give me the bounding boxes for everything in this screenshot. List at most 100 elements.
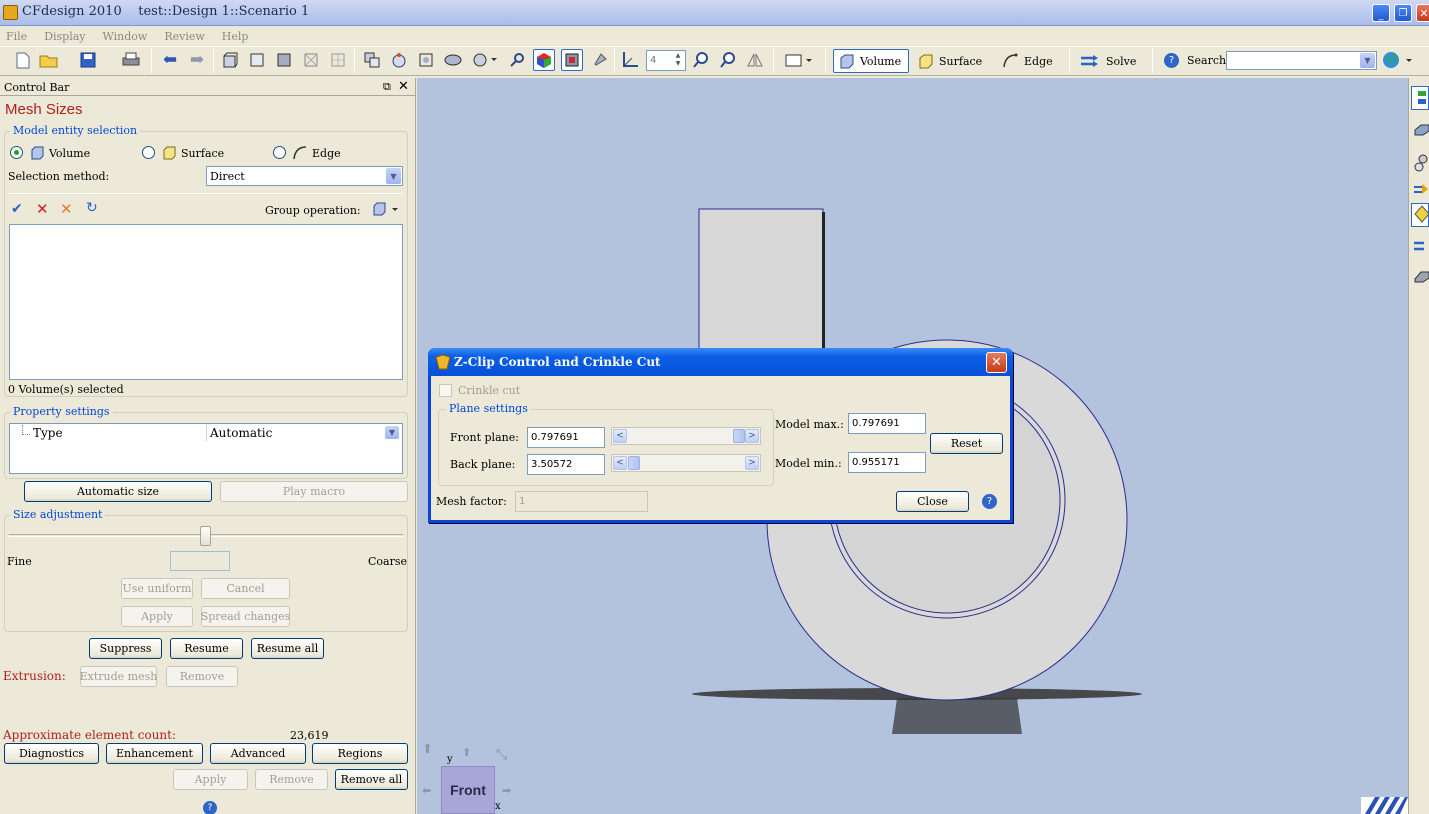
fit-icon[interactable] [415,49,437,71]
zoom-window-icon[interactable] [507,49,529,71]
minimize-button[interactable]: _ [1372,4,1390,22]
edge-radio[interactable] [273,146,286,159]
rotate-corner-icon[interactable]: ⤡ [496,747,507,763]
back-plane-scrollbar[interactable]: < > [611,454,761,472]
menu-window[interactable]: Window [103,30,148,43]
forward-arrow-icon[interactable]: ➡ [186,49,208,71]
apply-size-button[interactable]: Apply [121,606,193,627]
strip-tool-5-icon[interactable] [1411,203,1429,227]
mesh-factor-input[interactable]: 1 [515,491,648,512]
edge-mode-button[interactable]: Edge [999,49,1063,73]
float-panel-icon[interactable]: ⧉ [383,80,391,94]
model-max-input[interactable]: 0.797691 [848,413,926,434]
back-plane-thumb[interactable] [628,456,640,470]
strip-tool-3-icon[interactable] [1413,154,1429,172]
zoom-spin-field[interactable]: 4 ▲ ▼ [646,50,686,71]
chevron-down-icon[interactable]: ▼ [385,426,399,439]
multi-view-icon[interactable] [361,49,383,71]
help-question-icon[interactable]: ? [1164,53,1179,68]
print-icon[interactable] [120,49,142,71]
view-top-icon[interactable] [273,49,295,71]
zoom-in-icon[interactable] [690,49,712,71]
save-icon[interactable] [77,49,99,71]
restore-button[interactable]: ❐ [1394,4,1412,22]
select-all-icon[interactable]: ✔ [11,201,23,217]
automatic-size-button[interactable]: Automatic size [24,481,212,502]
menu-help[interactable]: Help [222,30,249,43]
cancel-size-button[interactable]: Cancel [201,578,290,599]
zoom-out-icon[interactable] [717,49,739,71]
use-uniform-button[interactable]: Use uniform [121,578,193,599]
play-macro-button[interactable]: Play macro [220,481,408,502]
remove-all-button[interactable]: Remove all [335,769,408,790]
selection-method-combo[interactable]: Direct ▼ [206,166,403,186]
deselect-icon[interactable]: ✕ [60,200,73,218]
new-file-icon[interactable] [12,49,34,71]
chevron-left-icon[interactable]: < [613,429,627,443]
strip-tool-2-icon[interactable] [1413,121,1429,137]
chevron-right-icon[interactable]: > [745,456,759,470]
strip-tool-7-icon[interactable] [1413,268,1429,284]
crinkle-cut-checkbox[interactable] [439,384,452,397]
back-arrow-icon[interactable]: ⬅ [159,49,181,71]
strip-tool-1-icon[interactable] [1411,86,1429,110]
menu-review[interactable]: Review [164,30,204,43]
shaded-cube-icon[interactable] [533,49,555,71]
open-folder-icon[interactable] [38,49,60,71]
surface-radio[interactable] [142,146,155,159]
chevron-right-icon[interactable]: > [745,429,759,443]
window-layout-icon[interactable] [782,49,816,71]
size-slider-thumb[interactable] [200,526,211,546]
model-min-input[interactable]: 0.955171 [848,452,926,473]
orbit-icon[interactable] [470,49,500,71]
apply-button[interactable]: Apply [173,769,248,790]
resume-button[interactable]: Resume [170,638,243,659]
view-hidden-icon[interactable] [327,49,349,71]
suppress-button[interactable]: Suppress [89,638,162,659]
rotate-right-icon[interactable]: ➡ [502,784,511,797]
property-value[interactable]: Automatic [210,426,272,440]
outline-cube-icon[interactable] [561,49,583,71]
group-cube-icon[interactable] [372,202,400,216]
close-panel-icon[interactable]: ✕ [398,79,409,94]
view-wire-icon[interactable] [300,49,322,71]
menu-display[interactable]: Display [44,30,85,43]
mirror-icon[interactable] [744,49,766,71]
delete-icon[interactable]: ✕ [36,200,49,218]
help-question-icon[interactable]: ? [203,801,217,814]
selection-list[interactable] [9,224,403,380]
close-window-button[interactable]: ✕ [1416,4,1429,22]
strip-tool-6-icon[interactable] [1413,238,1429,254]
refresh-icon[interactable]: ↻ [86,200,98,216]
close-button[interactable]: Close [896,491,969,512]
viewcube-front-face[interactable]: Front [441,766,495,814]
help-question-icon[interactable]: ? [982,494,997,509]
reset-button[interactable]: Reset [930,433,1003,454]
strip-tool-4-icon[interactable] [1413,181,1429,197]
pan-icon[interactable] [442,49,464,71]
rotate-up-icon[interactable]: ⬆ [462,746,471,759]
chevron-left-icon[interactable]: < [613,456,627,470]
remove-button[interactable]: Remove [255,769,328,790]
search-combo[interactable]: ▼ [1226,51,1377,70]
size-value-field[interactable] [170,551,230,571]
extrude-mesh-button[interactable]: Extrude mesh [80,666,157,687]
back-plane-input[interactable]: 3.50572 [527,454,605,475]
spin-arrows-icon[interactable]: ▲ ▼ [672,52,684,69]
solve-button[interactable]: Solve [1077,49,1141,73]
regions-button[interactable]: Regions [312,743,408,764]
chevron-down-icon[interactable]: ▼ [386,168,401,184]
menu-file[interactable]: File [6,30,27,43]
globe-icon[interactable] [1380,49,1414,71]
front-plane-scrollbar[interactable]: < > [611,427,761,445]
rotate-left-icon[interactable]: ⬅ [422,784,431,797]
spread-changes-button[interactable]: Spread changes [201,606,290,627]
volume-mode-button[interactable]: Volume [833,49,909,73]
advanced-button[interactable]: Advanced [210,743,306,764]
front-plane-input[interactable]: 0.797691 [527,427,605,448]
rotate-icon[interactable] [388,49,410,71]
enhancement-button[interactable]: Enhancement [106,743,203,764]
volume-radio[interactable] [10,146,23,159]
view-front-icon[interactable] [246,49,268,71]
surface-mode-button[interactable]: Surface [915,49,989,73]
